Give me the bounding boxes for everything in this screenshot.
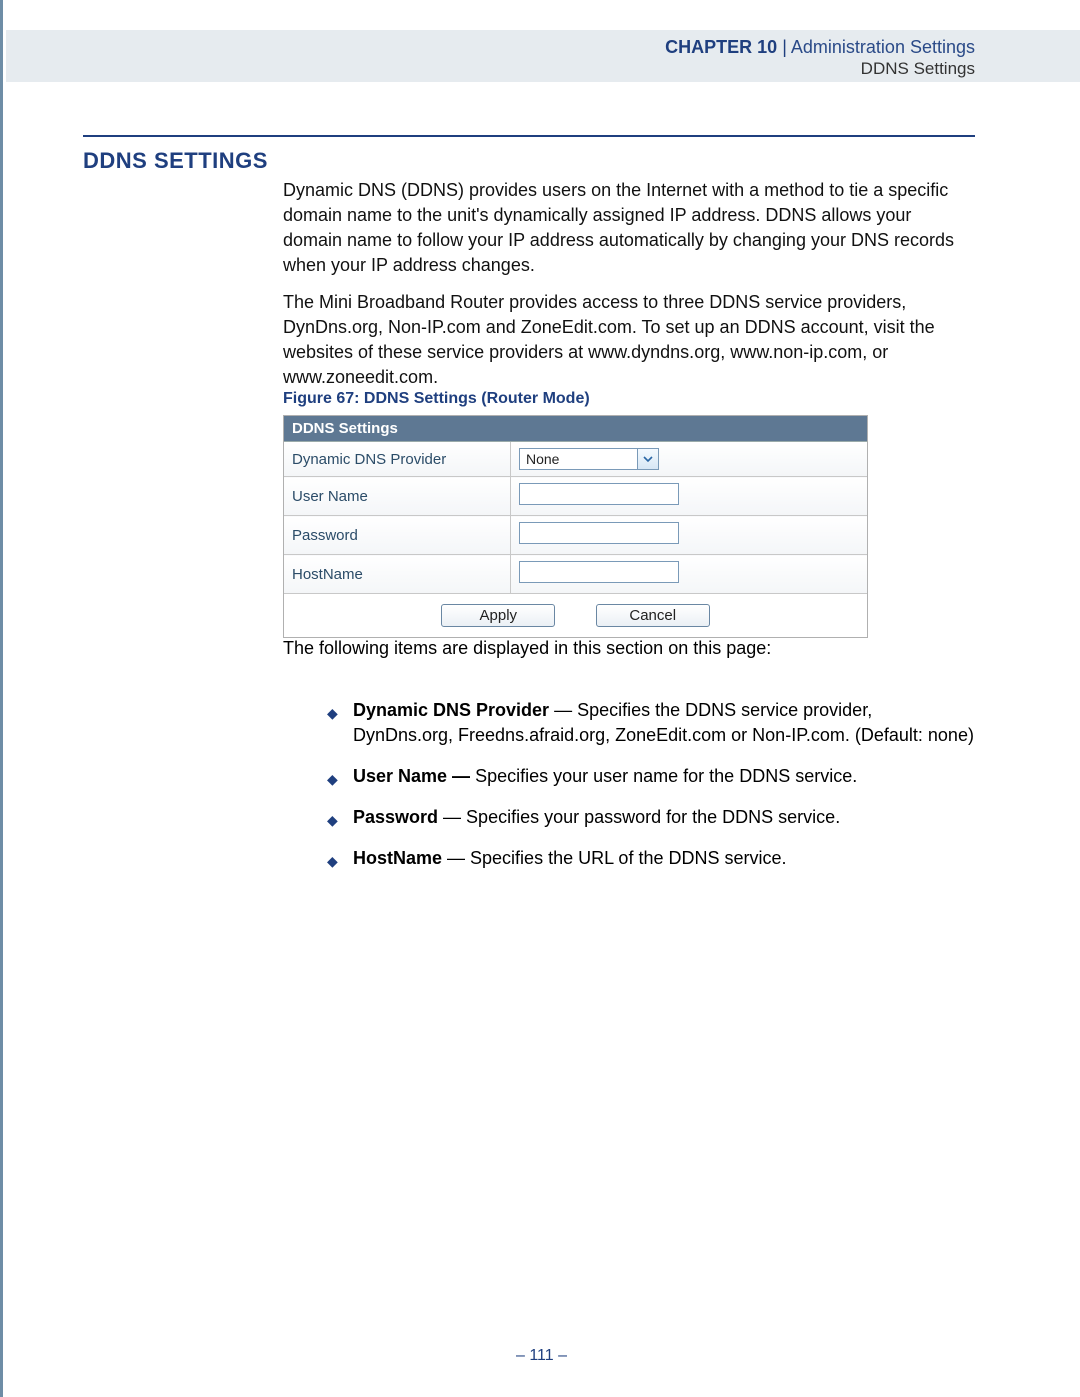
list-item: Dynamic DNS Provider — Specifies the DDN… bbox=[323, 698, 975, 748]
table-row: HostName bbox=[284, 555, 867, 594]
provider-select-value: None bbox=[526, 451, 559, 467]
page: CHAPTER 10 | Administration Settings DDN… bbox=[0, 0, 1080, 1397]
breadcrumb-separator: | bbox=[782, 37, 791, 57]
bullet-list: Dynamic DNS Provider — Specifies the DDN… bbox=[283, 698, 975, 887]
figure-caption: Figure 67: DDNS Settings (Router Mode) bbox=[283, 390, 590, 408]
list-item: HostName — Specifies the URL of the DDNS… bbox=[323, 846, 975, 871]
button-row: Apply Cancel bbox=[284, 593, 867, 637]
provider-select[interactable]: None bbox=[519, 448, 659, 470]
apply-button[interactable]: Apply bbox=[441, 604, 555, 627]
paragraph-3: The following items are displayed in thi… bbox=[283, 638, 975, 659]
settings-table: Dynamic DNS Provider None User Name Pass… bbox=[284, 442, 867, 593]
cancel-button[interactable]: Cancel bbox=[596, 604, 710, 627]
bullet-name: Dynamic DNS Provider bbox=[353, 700, 549, 720]
bullet-desc: — Specifies the URL of the DDNS service. bbox=[442, 848, 786, 868]
section-label: Administration Settings bbox=[791, 37, 975, 57]
password-input[interactable] bbox=[519, 522, 679, 544]
chapter-label: CHAPTER 10 bbox=[665, 37, 777, 57]
paragraph-2: The Mini Broadband Router provides acces… bbox=[283, 290, 975, 390]
table-row: Dynamic DNS Provider None bbox=[284, 442, 867, 477]
bullet-desc: Specifies your user name for the DDNS se… bbox=[470, 766, 857, 786]
page-title: DDNS SETTINGS bbox=[83, 148, 268, 174]
figure-panel: DDNS Settings Dynamic DNS Provider None … bbox=[283, 415, 868, 638]
bullet-name: HostName bbox=[353, 848, 442, 868]
provider-label: Dynamic DNS Provider bbox=[284, 442, 511, 477]
figure-panel-header: DDNS Settings bbox=[284, 416, 867, 442]
hostname-input[interactable] bbox=[519, 561, 679, 583]
hostname-label: HostName bbox=[284, 555, 511, 594]
page-number: – 111 – bbox=[3, 1347, 1080, 1365]
list-item: User Name — Specifies your user name for… bbox=[323, 764, 975, 789]
table-row: Password bbox=[284, 516, 867, 555]
chevron-down-icon[interactable] bbox=[637, 449, 658, 469]
provider-cell: None bbox=[511, 442, 868, 477]
username-label: User Name bbox=[284, 477, 511, 516]
subsection-label: DDNS Settings bbox=[665, 58, 975, 80]
bullet-desc: — Specifies your password for the DDNS s… bbox=[438, 807, 840, 827]
header-text: CHAPTER 10 | Administration Settings DDN… bbox=[665, 36, 975, 80]
password-label: Password bbox=[284, 516, 511, 555]
table-row: User Name bbox=[284, 477, 867, 516]
bullet-name: User Name — bbox=[353, 766, 470, 786]
list-item: Password — Specifies your password for t… bbox=[323, 805, 975, 830]
section-rule bbox=[83, 135, 975, 137]
header-band: CHAPTER 10 | Administration Settings DDN… bbox=[6, 30, 1080, 82]
paragraph-1: Dynamic DNS (DDNS) provides users on the… bbox=[283, 178, 975, 278]
username-input[interactable] bbox=[519, 483, 679, 505]
bullet-name: Password bbox=[353, 807, 438, 827]
